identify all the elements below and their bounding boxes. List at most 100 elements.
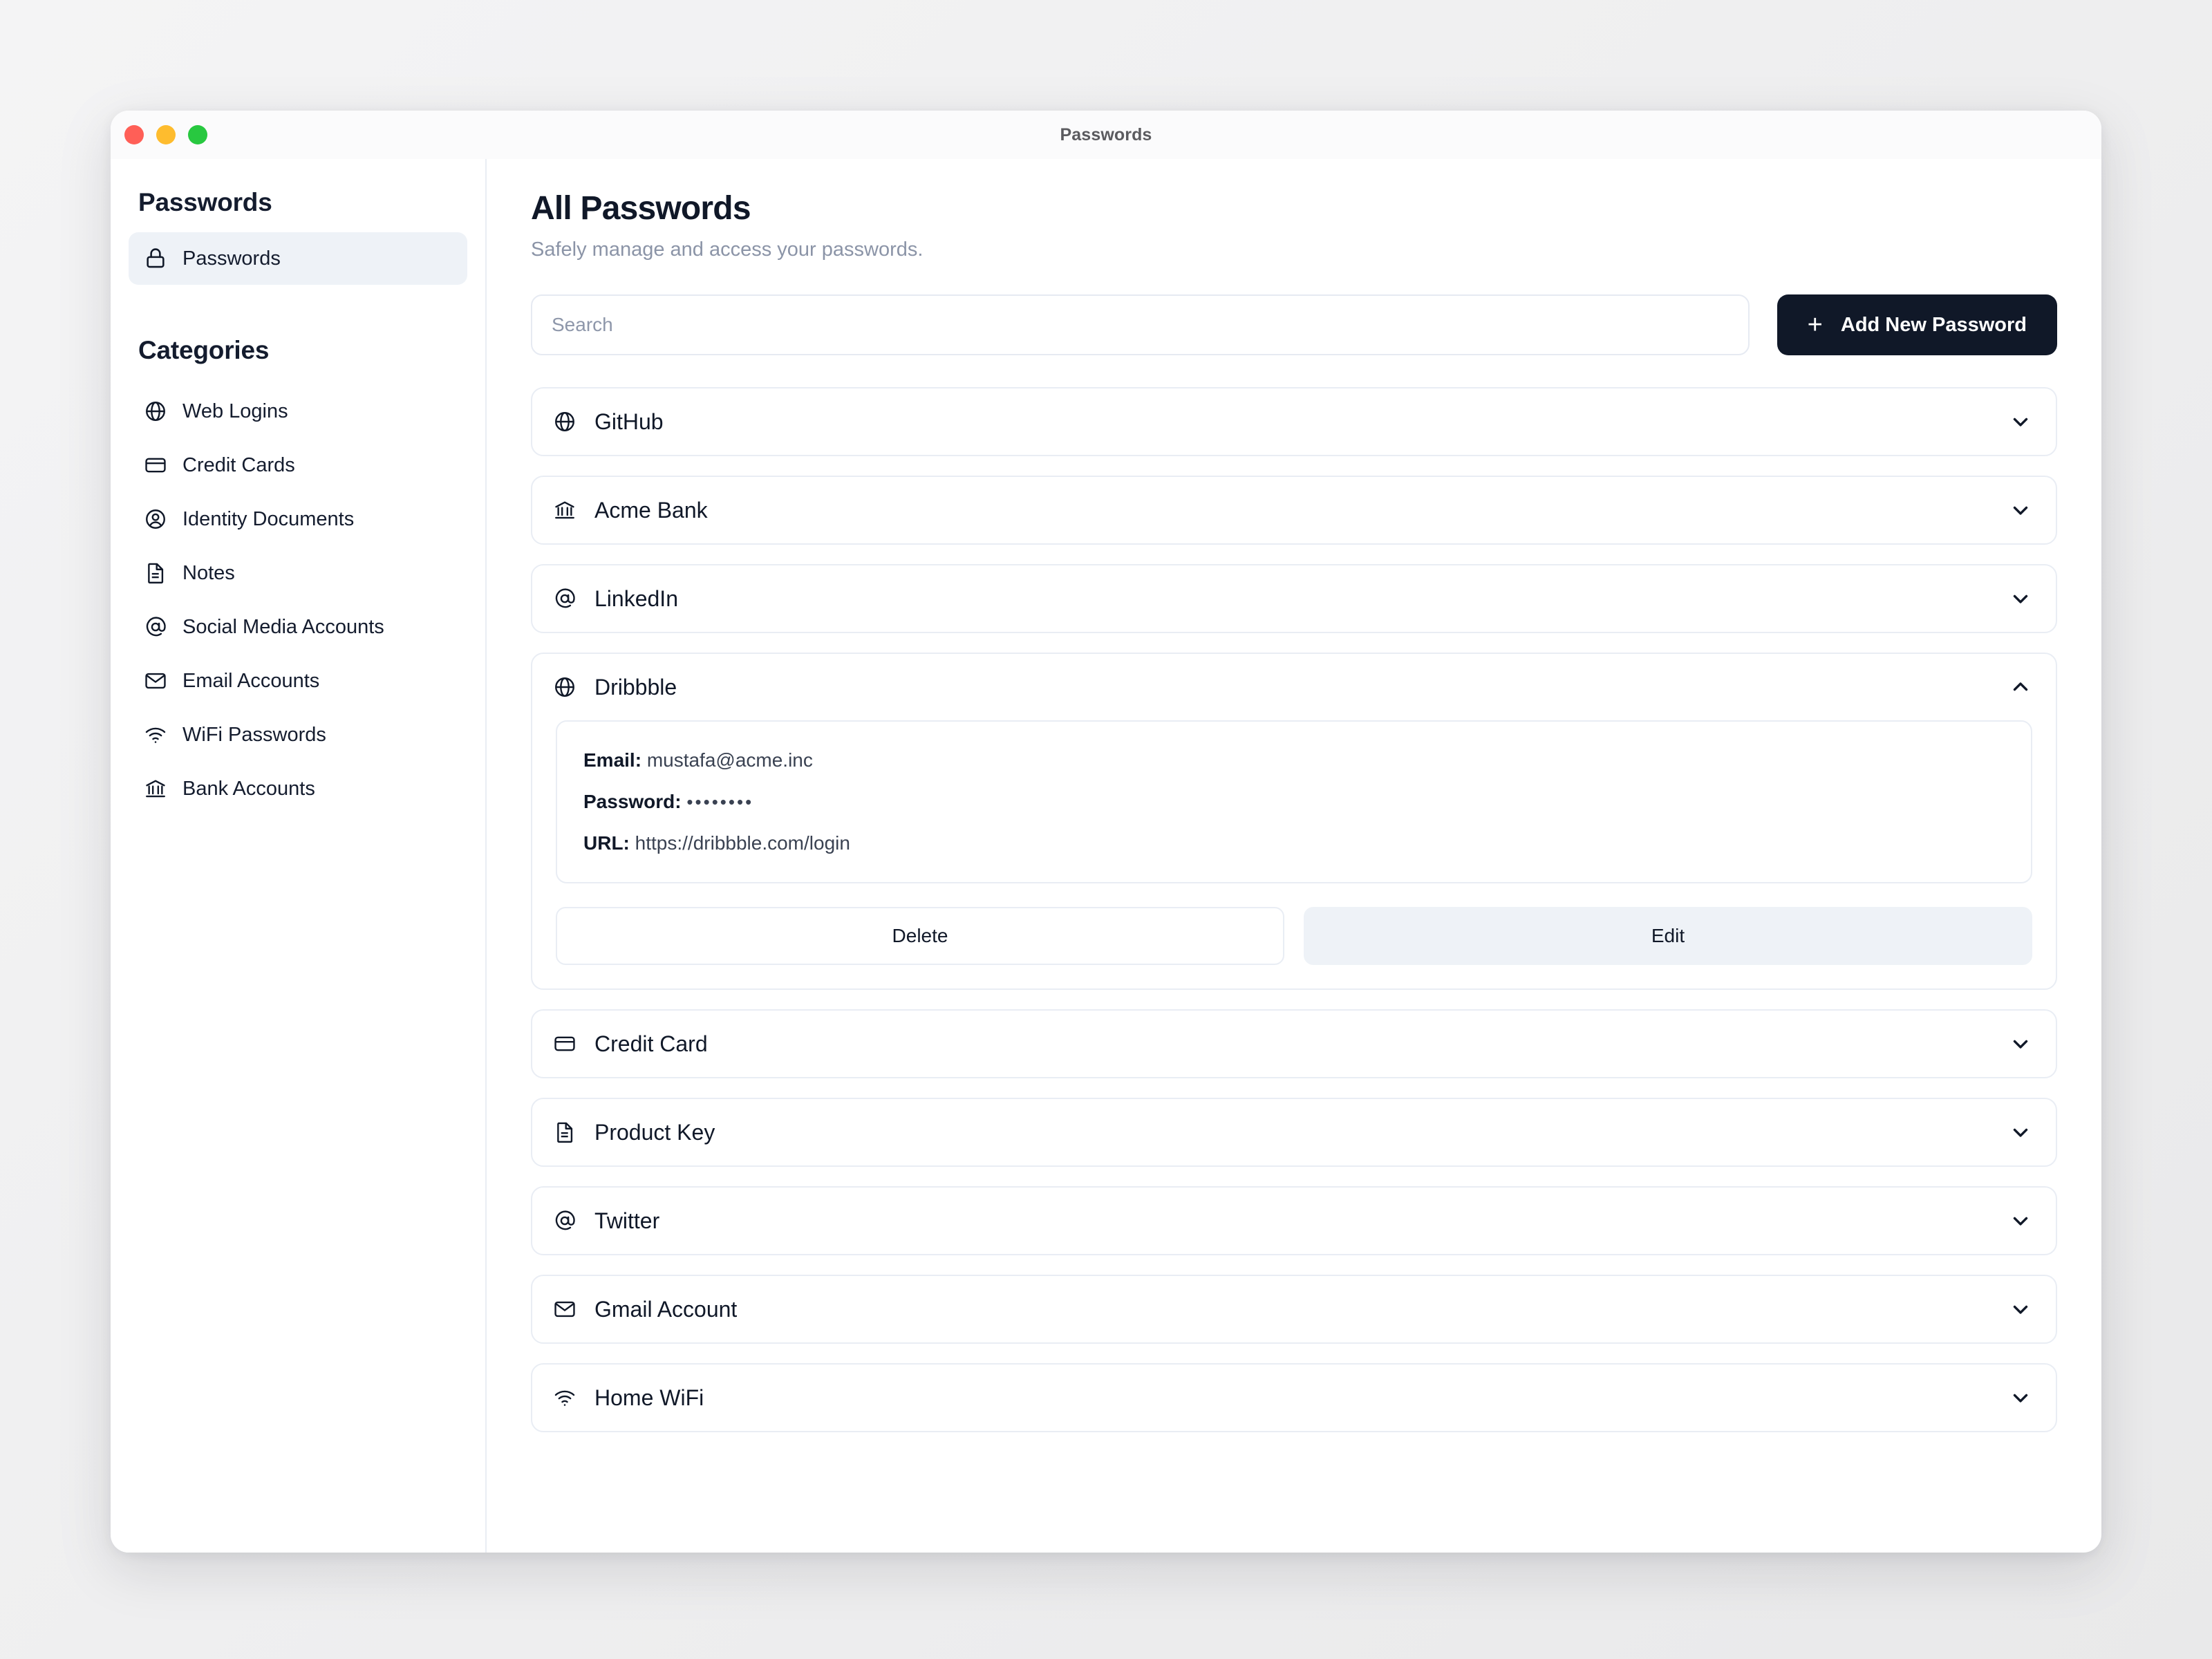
entry-title: Dribbble [594, 674, 677, 700]
lock-icon [144, 247, 167, 270]
entry-title: Acme Bank [594, 497, 708, 523]
detail-email: Email: mustafa@acme.inc [583, 749, 2005, 771]
chevron-down-icon[interactable] [2009, 410, 2032, 433]
globe-icon [553, 675, 577, 699]
main-content: All Passwords Safely manage and access y… [487, 159, 2101, 1553]
chevron-down-icon[interactable] [2009, 1386, 2032, 1409]
page-subtitle: Safely manage and access your passwords. [531, 238, 924, 261]
credit-card-icon [144, 453, 167, 477]
detail-password-value: •••••••• [686, 791, 754, 812]
entry-title: Home WiFi [594, 1385, 704, 1410]
sidebar-item-social-media-accounts[interactable]: Social Media Accounts [129, 600, 467, 654]
entry-header-home-wifi[interactable]: Home WiFi [532, 1365, 2056, 1431]
entry-header-gmail-account[interactable]: Gmail Account [532, 1276, 2056, 1342]
credit-card-icon [553, 1032, 577, 1056]
document-icon [553, 1121, 577, 1144]
chevron-down-icon[interactable] [2009, 498, 2032, 522]
sidebar-category-label: Identity Documents [182, 507, 355, 530]
chevron-down-icon[interactable] [2009, 1121, 2032, 1144]
document-icon [144, 561, 167, 585]
chevron-down-icon[interactable] [2009, 587, 2032, 610]
list-item: Credit Card [531, 1009, 2057, 1078]
wifi-icon [553, 1386, 577, 1409]
maximize-window-icon[interactable] [188, 125, 207, 144]
entry-header-dribbble[interactable]: Dribbble [532, 654, 2056, 720]
globe-icon [553, 410, 577, 433]
at-sign-icon [553, 1209, 577, 1232]
chevron-down-icon[interactable] [2009, 1032, 2032, 1056]
wifi-icon [144, 723, 167, 747]
entry-header-product-key[interactable]: Product Key [532, 1099, 2056, 1165]
entry-header-acme-bank[interactable]: Acme Bank [532, 477, 2056, 543]
bank-icon [553, 498, 577, 522]
list-item: GitHub [531, 387, 2057, 456]
sidebar-category-label: Social Media Accounts [182, 615, 384, 638]
list-item: LinkedIn [531, 564, 2057, 633]
search-input[interactable] [531, 294, 1750, 355]
window-body: Passwords Passwords Categories Web Login… [111, 159, 2101, 1553]
entry-title: Product Key [594, 1119, 715, 1145]
entry-header-linkedin[interactable]: LinkedIn [532, 565, 2056, 632]
credential-detail-box: Email: mustafa@acme.inc Password: ••••••… [556, 720, 2032, 883]
sidebar-item-label: Passwords [182, 247, 281, 270]
password-list: GitHub Acme Bank LinkedIn Dribbble Email… [531, 387, 2057, 1432]
sidebar-category-label: Email Accounts [182, 669, 320, 692]
minimize-window-icon[interactable] [156, 125, 176, 144]
traffic-lights [124, 125, 207, 144]
sidebar-item-passwords[interactable]: Passwords [129, 232, 467, 285]
window-titlebar: Passwords [111, 111, 2101, 159]
chevron-down-icon[interactable] [2009, 1297, 2032, 1321]
sidebar-item-web-logins[interactable]: Web Logins [129, 384, 467, 438]
list-item-expanded: Dribbble Email: mustafa@acme.inc Passwor… [531, 653, 2057, 990]
sidebar: Passwords Passwords Categories Web Login… [111, 159, 487, 1553]
entry-details-body: Email: mustafa@acme.inc Password: ••••••… [532, 720, 2056, 988]
window-title: Passwords [1060, 124, 1152, 144]
sidebar-category-label: Notes [182, 561, 235, 584]
add-new-password-button[interactable]: + Add New Password [1777, 294, 2057, 355]
add-new-password-label: Add New Password [1840, 313, 2027, 336]
app-window: Passwords Passwords Passwords Categories… [111, 111, 2101, 1553]
entry-title: LinkedIn [594, 585, 678, 611]
envelope-icon [553, 1297, 577, 1321]
sidebar-item-identity-documents[interactable]: Identity Documents [129, 492, 467, 546]
user-circle-icon [144, 507, 167, 531]
sidebar-category-label: Bank Accounts [182, 777, 315, 800]
page-title: All Passwords [531, 190, 751, 227]
detail-password-label: Password: [583, 791, 682, 812]
list-item: Home WiFi [531, 1363, 2057, 1432]
detail-url-value: https://dribbble.com/login [635, 832, 850, 854]
edit-button[interactable]: Edit [1304, 907, 2032, 965]
sidebar-category-label: Credit Cards [182, 453, 295, 476]
sidebar-heading: Passwords [138, 188, 272, 216]
list-item: Twitter [531, 1186, 2057, 1255]
sidebar-item-notes[interactable]: Notes [129, 546, 467, 600]
delete-button[interactable]: Delete [556, 907, 1284, 965]
entry-header-github[interactable]: GitHub [532, 388, 2056, 455]
sidebar-item-bank-accounts[interactable]: Bank Accounts [129, 762, 467, 816]
sidebar-category-label: WiFi Passwords [182, 723, 326, 746]
entry-actions: Delete Edit [556, 907, 2032, 965]
entry-header-credit-card[interactable]: Credit Card [532, 1011, 2056, 1077]
entry-title: GitHub [594, 409, 664, 434]
detail-url-label: URL: [583, 832, 630, 854]
close-window-icon[interactable] [124, 125, 144, 144]
toolbar: + Add New Password [531, 294, 2057, 355]
detail-email-value: mustafa@acme.inc [646, 749, 813, 771]
envelope-icon [144, 669, 167, 693]
plus-icon: + [1807, 310, 1823, 339]
entry-title: Gmail Account [594, 1296, 738, 1322]
sidebar-item-wifi-passwords[interactable]: WiFi Passwords [129, 708, 467, 762]
sidebar-item-email-accounts[interactable]: Email Accounts [129, 654, 467, 708]
list-item: Acme Bank [531, 476, 2057, 545]
chevron-down-icon[interactable] [2009, 1209, 2032, 1232]
globe-icon [144, 400, 167, 423]
detail-email-label: Email: [583, 749, 642, 771]
chevron-up-icon[interactable] [2009, 675, 2032, 699]
sidebar-item-credit-cards[interactable]: Credit Cards [129, 438, 467, 492]
entry-header-twitter[interactable]: Twitter [532, 1188, 2056, 1254]
sidebar-category-label: Web Logins [182, 400, 288, 422]
list-item: Gmail Account [531, 1275, 2057, 1344]
sidebar-categories-heading: Categories [138, 336, 270, 364]
entry-title: Twitter [594, 1208, 660, 1233]
entry-title: Credit Card [594, 1031, 708, 1056]
